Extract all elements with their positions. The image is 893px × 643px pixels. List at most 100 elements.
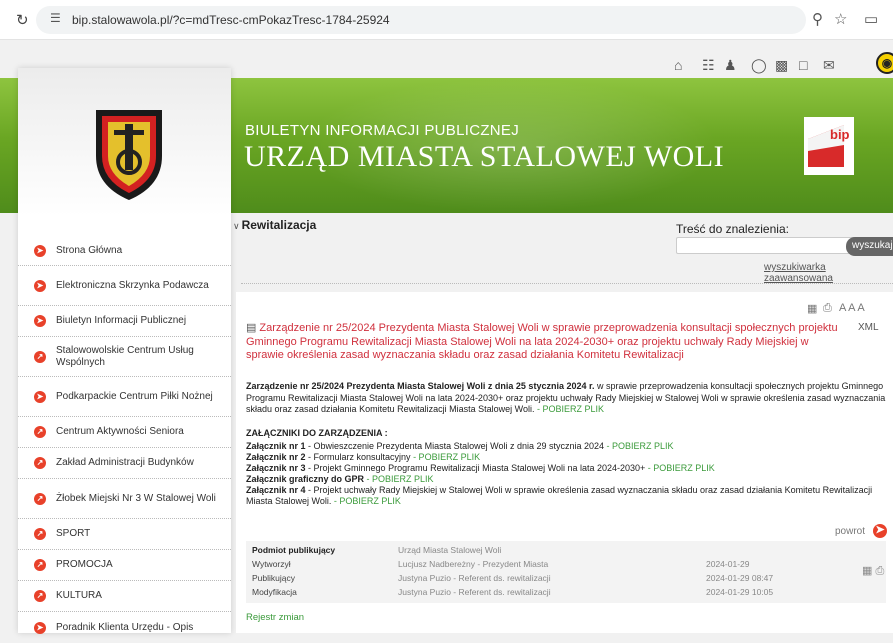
breadcrumb-label[interactable]: Rewitalizacja: [242, 218, 317, 232]
url-text[interactable]: bip.stalowawola.pl/?c=mdTresc-cmPokazTre…: [72, 13, 390, 27]
attachments-list: ZAŁĄCZNIKI DO ZARZĄDZENIA : Załącznik nr…: [246, 428, 890, 507]
sidebar-item-senior-center[interactable]: ↗ Centrum Aktywności Seniora: [18, 417, 231, 448]
bookmark-star-icon[interactable]: ☆: [834, 10, 847, 28]
sitemap-icon[interactable]: ☷: [702, 57, 715, 74]
contrast-toggle-icon[interactable]: ◉: [876, 52, 893, 74]
header-subtitle: BIULETYN INFORMACJI PUBLICZNEJ: [245, 122, 520, 139]
download-link[interactable]: - POBIERZ PLIK: [411, 452, 480, 462]
list-item: Załącznik nr 3 - Projekt Gminnego Progra…: [246, 463, 890, 474]
document-title: ▤ Zarządzenie nr 25/2024 Prezydenta Miast…: [246, 322, 846, 363]
sidebar-item-label: Strona Główna: [56, 244, 123, 256]
arrow-right-icon: ➤: [34, 315, 46, 327]
mail-icon[interactable]: ✉: [823, 57, 835, 74]
document-title-text: Zarządzenie nr 25/2024 Prezydenta Miasta…: [246, 322, 838, 361]
sidebar-item-label: Biuletyn Informacji Publicznej: [56, 315, 187, 326]
external-link-icon: ↗: [34, 528, 46, 540]
font-size-icon[interactable]: A A A: [839, 302, 865, 314]
sidebar-item-nursery[interactable]: ↗ Żłobek Miejski Nr 3 W Stalowej Woli: [18, 479, 231, 519]
city-crest-logo[interactable]: [90, 106, 168, 202]
sidebar-item-label: Elektroniczna Skrzynka Podawcza: [56, 279, 209, 291]
sidebar-item-bip[interactable]: ➤ Biuletyn Informacji Publicznej: [18, 306, 231, 337]
site-info-icon[interactable]: ☰: [50, 11, 61, 25]
sidebar-item-sport[interactable]: ↗ SPORT: [18, 519, 231, 550]
print-icon[interactable]: ⎙: [875, 565, 884, 577]
sidebar-item-scuw[interactable]: ↗ Stalowowolskie Centrum Usług Wspólnych: [18, 337, 231, 377]
back-label: powrot: [835, 526, 866, 537]
qr-code-icon[interactable]: ▦: [862, 565, 872, 577]
document-body: Zarządzenie nr 25/2024 Prezydenta Miasta…: [246, 381, 890, 416]
attachment-text: - Obwieszczenie Prezydenta Miasta Stalow…: [305, 441, 605, 451]
attachment-label: Załącznik nr 3: [246, 463, 306, 473]
meta-label: Podmiot publikujący: [252, 545, 336, 555]
sidebar-item-culture[interactable]: ↗ KULTURA: [18, 581, 231, 612]
help-icon[interactable]: ◯: [751, 57, 767, 74]
qr-code-icon[interactable]: ▦: [807, 302, 817, 315]
attachment-text: - Formularz konsultacyjny: [305, 452, 411, 462]
attachment-label: Załącznik nr 2: [246, 452, 306, 462]
sidebar-item-epuap[interactable]: ➤ Elektroniczna Skrzynka Podawcza: [18, 266, 231, 306]
sidebar-item-label: PROMOCJA: [56, 559, 113, 570]
xml-link[interactable]: XML: [858, 322, 879, 333]
extensions-icon[interactable]: ▭: [864, 10, 878, 28]
sidebar-item-label: Poradnik Klienta Urzędu - Opis: [56, 621, 194, 633]
rss-icon[interactable]: ▩: [775, 57, 788, 74]
home-icon[interactable]: ⌂: [674, 57, 682, 73]
list-item: Załącznik nr 4 - Projekt uchwały Rady Mi…: [246, 485, 890, 507]
external-link-icon: ↗: [34, 426, 46, 438]
meta-label: Modyfikacja: [252, 587, 297, 597]
bip-logo-text: bip: [830, 127, 850, 142]
download-link[interactable]: - POBIERZ PLIK: [645, 463, 715, 473]
external-link-icon: ↗: [34, 559, 46, 571]
advanced-search-link[interactable]: wyszukiwarka zaawansowana: [764, 262, 893, 284]
users-icon[interactable]: ♟: [724, 57, 737, 74]
arrow-right-icon: ➤: [34, 244, 46, 257]
search-label: Treść do znalezienia:: [676, 222, 789, 236]
header-title: URZĄD MIASTA STALOWEJ WOLI: [244, 140, 725, 173]
sidebar-item-client-guide[interactable]: ➤ Poradnik Klienta Urzędu - Opis: [18, 612, 231, 643]
external-link-icon: ↗: [34, 457, 46, 469]
external-link-icon: ↗: [34, 590, 46, 602]
sidebar-item-label: Podkarpackie Centrum Piłki Nożnej: [56, 390, 213, 402]
sidebar-item-home[interactable]: ➤ Strona Główna: [18, 236, 231, 266]
sidebar-item-zab[interactable]: ↗ Zakład Administracji Budynków: [18, 448, 231, 479]
attachment-text: - Projekt Gminnego Programu Rewitalizacj…: [305, 463, 646, 473]
attachments-header: ZAŁĄCZNIKI DO ZARZĄDZENIA :: [246, 428, 388, 438]
print-icon[interactable]: ⎙: [823, 302, 832, 315]
sidebar-item-label: Stalowowolskie Centrum Usług Wspólnych: [56, 344, 194, 368]
document-lead-bold: Zarządzenie nr 25/2024 Prezydenta Miasta…: [246, 381, 595, 391]
change-history-link[interactable]: Rejestr zmian: [246, 612, 304, 623]
list-item: Załącznik graficzny do GPR - POBIERZ PLI…: [246, 474, 890, 485]
document-icon: ▤: [246, 322, 257, 334]
download-link[interactable]: - POBIERZ PLIK: [364, 474, 434, 484]
sidebar-item-label: Centrum Aktywności Seniora: [56, 426, 184, 437]
main-menu: ➤ Strona Główna ➤ Elektroniczna Skrzynka P…: [18, 236, 231, 643]
arrow-right-icon: ➤: [34, 621, 46, 634]
sidebar-item-label: SPORT: [56, 528, 91, 539]
meta-date: 2024-01-29: [706, 559, 750, 569]
sidebar-item-football-center[interactable]: ➤ Podkarpackie Centrum Piłki Nożnej: [18, 377, 231, 417]
reload-icon[interactable]: ↻: [16, 11, 29, 29]
search-button[interactable]: wyszukaj: [846, 237, 893, 256]
arrow-up-icon: ➤: [873, 524, 887, 538]
search-input[interactable]: [676, 237, 866, 254]
divider: [241, 283, 893, 284]
download-link[interactable]: - POBIERZ PLIK: [534, 404, 604, 414]
bip-logo[interactable]: bip: [804, 117, 854, 175]
browser-toolbar: ↻ ☰ bip.stalowawola.pl/?c=mdTresc-cmPoka…: [0, 0, 893, 40]
sidebar-item-label: KULTURA: [56, 590, 102, 601]
sidebar-item-promotion[interactable]: ↗ PROMOCJA: [18, 550, 231, 581]
list-item: Załącznik nr 2 - Formularz konsultacyjny…: [246, 452, 890, 463]
sidebar-item-label: Zakład Administracji Budynków: [56, 457, 194, 468]
print-icon[interactable]: □: [799, 57, 807, 73]
download-link[interactable]: - POBIERZ PLIK: [604, 441, 674, 451]
publication-metadata: Podmiot publikujący Urząd Miasta Stalowe…: [246, 541, 886, 603]
meta-label: Wytworzył: [252, 559, 291, 569]
meta-tools: ▦ ⎙: [862, 564, 884, 578]
meta-value: Urząd Miasta Stalowej Woli: [398, 545, 502, 555]
attachment-label: Załącznik nr 4: [246, 485, 306, 495]
chevron-down-icon: ∨: [233, 221, 240, 231]
back-button[interactable]: powrot ➤: [835, 524, 887, 538]
zoom-icon[interactable]: ⚲: [812, 10, 823, 28]
download-link[interactable]: - POBIERZ PLIK: [331, 496, 401, 506]
attachment-label: Załącznik nr 1: [246, 441, 306, 451]
